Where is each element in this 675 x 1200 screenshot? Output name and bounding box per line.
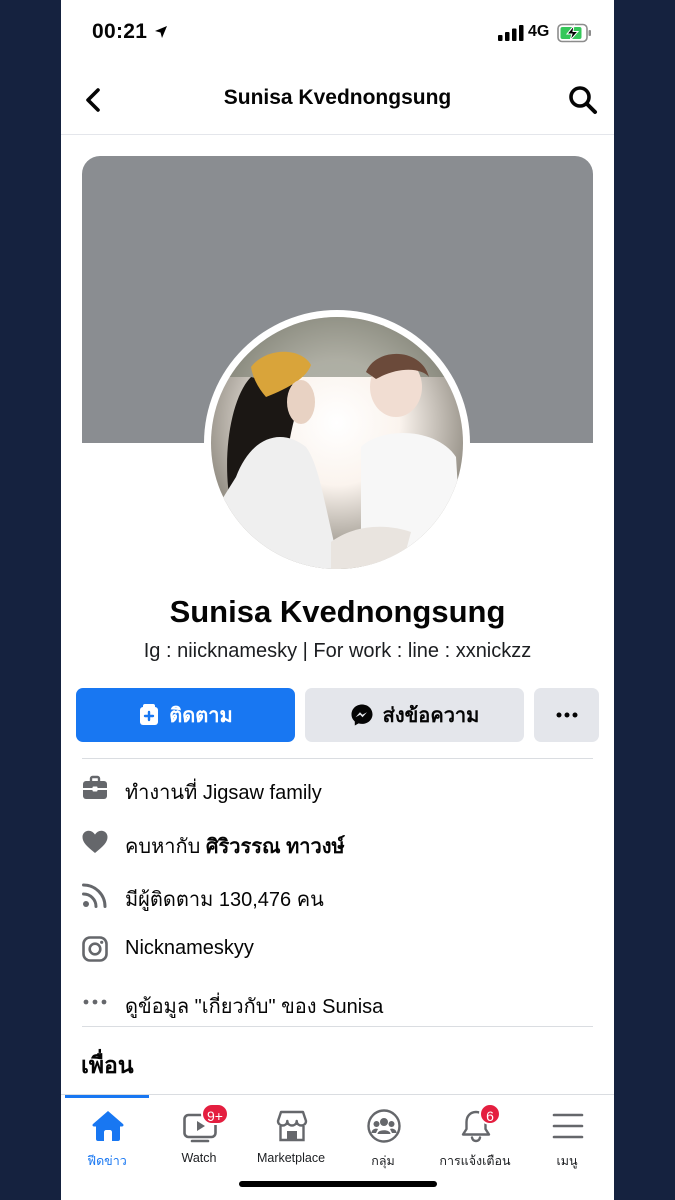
- relationship-partner[interactable]: ศิริวรรณ ทาวงษ์: [206, 836, 345, 858]
- tab-label: Marketplace: [256, 1151, 326, 1165]
- status-time: 00:21: [92, 20, 148, 43]
- tab-label: ฟีดข่าว: [87, 1154, 127, 1168]
- profile-bio: Ig : niicknamesky | For work : line : xx…: [143, 640, 532, 662]
- tab-news-feed[interactable]: ฟีดข่าว: [61, 1095, 153, 1175]
- tab-marketplace[interactable]: Marketplace: [245, 1095, 337, 1175]
- more-dots-icon: [83, 999, 107, 1005]
- followers-count: 130,476: [218, 889, 292, 911]
- heart-icon: [82, 830, 108, 853]
- search-icon[interactable]: [567, 84, 599, 116]
- friends-section-title: เพื่อน: [81, 1052, 134, 1078]
- message-label: ส่งข้อความ: [382, 705, 480, 727]
- rss-followers-icon: [82, 883, 107, 908]
- more-options-button[interactable]: [534, 688, 599, 742]
- signal-icon: [498, 25, 524, 41]
- divider: [82, 758, 593, 759]
- profile-name: Sunisa Kvednongsung: [169, 594, 506, 629]
- tab-label: Watch: [181, 1151, 217, 1165]
- network-type: 4G: [528, 23, 550, 40]
- tab-groups[interactable]: กลุ่ม: [337, 1095, 429, 1175]
- status-bar: 00:21 4G: [61, 0, 614, 66]
- notifications-badge: 6: [479, 1103, 501, 1125]
- location-arrow-icon: [155, 26, 167, 38]
- info-instagram: Nicknameskyy: [61, 929, 614, 969]
- followers-suffix: คน: [296, 889, 324, 911]
- home-icon: [92, 1111, 124, 1141]
- info-followers: มีผู้ติดตาม 130,476 คน: [61, 875, 614, 915]
- marketplace-icon: [276, 1110, 308, 1142]
- work-place[interactable]: Jigsaw family: [203, 782, 322, 804]
- profile-avatar[interactable]: [204, 310, 470, 576]
- avatar-photo: [211, 317, 463, 569]
- watch-badge: 9+: [201, 1103, 229, 1125]
- follow-button[interactable]: ติดตาม: [76, 688, 295, 742]
- work-prefix: ทำงานที่: [125, 782, 198, 804]
- info-about-link[interactable]: ดูข้อมูล "เกี่ยวกับ" ของ Sunisa: [61, 982, 614, 1022]
- tab-label: การแจ้งเตือน: [439, 1154, 511, 1168]
- menu-icon: [552, 1113, 584, 1139]
- briefcase-icon: [83, 775, 107, 799]
- top-nav-bar: Sunisa Kvednongsung: [61, 66, 614, 135]
- more-dots-icon: [556, 712, 577, 718]
- groups-icon: [367, 1109, 401, 1143]
- page-title: Sunisa Kvednongsung: [223, 86, 452, 109]
- follow-label: ติดตาม: [169, 705, 233, 727]
- home-indicator[interactable]: [239, 1181, 437, 1187]
- divider: [82, 1026, 593, 1027]
- tab-watch[interactable]: 9+ Watch: [153, 1095, 245, 1175]
- tab-menu[interactable]: เมนู: [521, 1095, 613, 1175]
- relationship-prefix: คบหากับ: [125, 836, 201, 858]
- about-link-text[interactable]: ดูข้อมูล "เกี่ยวกับ" ของ Sunisa: [125, 990, 383, 1022]
- info-work: ทำงานที่ Jigsaw family: [61, 768, 614, 808]
- info-relationship: คบหากับ ศิริวรรณ ทาวงษ์: [61, 822, 614, 862]
- instagram-icon: [82, 936, 108, 962]
- messenger-icon: [351, 704, 373, 726]
- battery-charging-icon: [557, 23, 591, 43]
- tab-label: กลุ่ม: [371, 1154, 395, 1168]
- message-button[interactable]: ส่งข้อความ: [305, 688, 524, 742]
- tab-label: เมนู: [556, 1154, 578, 1168]
- phone-screen: 00:21 4G Sunisa Kvednongsung Sunisa Kved…: [61, 0, 614, 1200]
- followers-prefix: มีผู้ติดตาม: [125, 889, 214, 911]
- follow-icon: [140, 704, 159, 725]
- tab-notifications[interactable]: 6 การแจ้งเตือน: [429, 1095, 521, 1175]
- instagram-handle[interactable]: Nicknameskyy: [125, 937, 254, 960]
